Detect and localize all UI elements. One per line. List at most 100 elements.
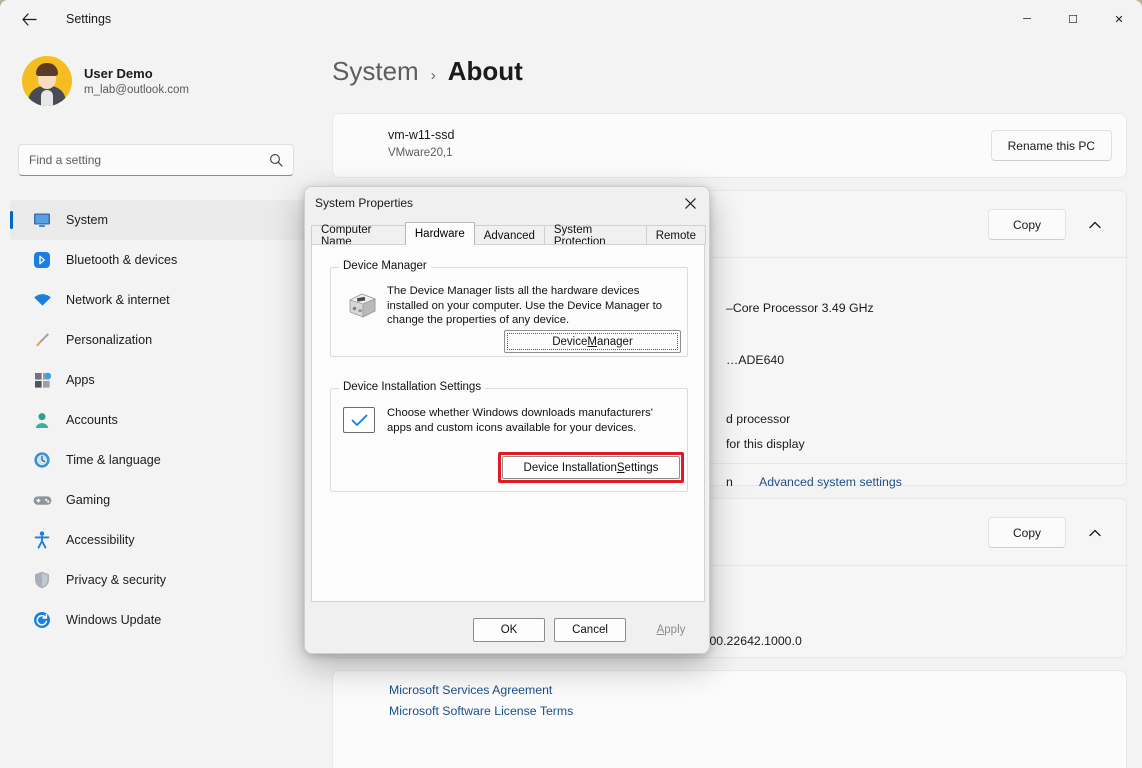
pen-touch-line1: d processor: [726, 412, 791, 426]
pc-name-card: vm-w11-ssd VMware20,1 Rename this PC: [332, 113, 1127, 178]
user-profile[interactable]: User Demo m_lab@outlook.com: [22, 56, 320, 106]
microsoft-services-agreement-link[interactable]: Microsoft Services Agreement: [389, 683, 552, 697]
device-installation-group-title: Device Installation Settings: [339, 381, 486, 393]
sidebar-item-label: Privacy & security: [66, 573, 167, 587]
sidebar-item-label: Time & language: [66, 453, 161, 467]
update-refresh-icon: [32, 610, 52, 630]
device-manager-description: The Device Manager lists all the hardwar…: [387, 285, 663, 326]
sidebar: User Demo m_lab@outlook.com System: [0, 38, 320, 768]
chevron-up-icon[interactable]: [1080, 517, 1110, 548]
sidebar-item-system[interactable]: System: [10, 200, 310, 240]
device-manager-groupbox: Device Manager The Device Manager lists …: [330, 260, 688, 357]
checkmark-icon: [351, 414, 367, 426]
accessibility-person-icon: [32, 530, 52, 550]
sidebar-item-label: Gaming: [66, 493, 111, 507]
apply-button-accel: A: [656, 624, 665, 636]
tab-remote[interactable]: Remote: [645, 225, 706, 245]
sidebar-item-personalization[interactable]: Personalization: [10, 320, 310, 360]
sidebar-item-label: Accessibility: [66, 533, 135, 547]
tab-computer-name[interactable]: Computer Name: [311, 224, 406, 248]
sidebar-item-time-language[interactable]: Time & language: [10, 440, 310, 480]
ok-button[interactable]: OK: [473, 618, 545, 642]
sidebar-item-label: Bluetooth & devices: [66, 253, 178, 267]
back-button[interactable]: [12, 4, 46, 34]
breadcrumb: System › About: [332, 56, 523, 87]
sidebar-item-label: Apps: [66, 373, 95, 387]
gamepad-icon: [32, 490, 52, 510]
sidebar-item-accounts[interactable]: Accounts: [10, 400, 310, 440]
minimize-button[interactable]: ─: [1004, 0, 1050, 38]
rename-pc-button[interactable]: Rename this PC: [990, 130, 1112, 161]
processor-value: –Core Processor 3.49 GHz: [726, 301, 874, 315]
pen-touch-line2: for this display: [726, 437, 805, 451]
paintbrush-icon: [32, 330, 52, 350]
sidebar-item-label: System: [66, 213, 108, 227]
chevron-up-icon[interactable]: [1080, 209, 1110, 240]
clock-globe-icon: [32, 450, 52, 470]
search-icon: [270, 154, 283, 167]
title-bar: Settings ─ ☐ ✕: [0, 0, 1142, 38]
device-manager-icon: [345, 288, 379, 318]
search-box[interactable]: [18, 144, 294, 176]
device-id-value: …ADE640: [726, 353, 785, 367]
device-installation-button-accel: S: [616, 461, 625, 474]
sidebar-item-network-internet[interactable]: Network & internet: [10, 280, 310, 320]
wifi-icon: [32, 290, 52, 310]
back-arrow-icon: [21, 12, 37, 26]
support-links-card: Microsoft Services Agreement Microsoft S…: [332, 670, 1127, 768]
bluetooth-icon: [32, 250, 52, 270]
sidebar-item-accessibility[interactable]: Accessibility: [10, 520, 310, 560]
device-installation-description: Choose whether Windows downloads manufac…: [387, 407, 653, 434]
device-manager-group-title: Device Manager: [339, 260, 431, 272]
person-icon: [32, 410, 52, 430]
tab-advanced[interactable]: Advanced: [473, 225, 545, 245]
sidebar-item-apps[interactable]: Apps: [10, 360, 310, 400]
settings-window: Settings ─ ☐ ✕ User Demo m_lab@outlook.c…: [0, 0, 1142, 768]
dialog-footer: OK Cancel Apply: [305, 607, 709, 653]
dialog-tabs: Computer Name Hardware Advanced System P…: [311, 222, 706, 248]
dialog-title: System Properties: [315, 196, 414, 210]
search-input[interactable]: [29, 153, 269, 167]
close-button[interactable]: ✕: [1096, 0, 1142, 38]
copy-device-specs-button[interactable]: Copy: [987, 209, 1066, 240]
copy-windows-specs-button[interactable]: Copy: [987, 517, 1066, 548]
tab-hardware[interactable]: Hardware: [404, 222, 475, 245]
device-installation-settings-button[interactable]: Device Installation Settings: [502, 456, 680, 479]
apps-grid-icon: [32, 370, 52, 390]
download-manufacturer-apps-checkbox[interactable]: [343, 407, 375, 433]
dialog-title-bar: System Properties: [305, 187, 709, 219]
apply-button-label-post: pply: [664, 624, 686, 636]
sidebar-item-bluetooth-devices[interactable]: Bluetooth & devices: [10, 240, 310, 280]
app-title: Settings: [66, 12, 112, 26]
sidebar-item-gaming[interactable]: Gaming: [10, 480, 310, 520]
focus-ring: [507, 333, 678, 350]
sidebar-nav: System Bluetooth & devices Network & int…: [10, 200, 310, 640]
breadcrumb-parent[interactable]: System: [332, 56, 419, 87]
advanced-row-prefix: n: [726, 475, 733, 489]
dialog-tab-page: Device Manager The Device Manager lists …: [311, 244, 705, 602]
avatar: [22, 56, 72, 106]
monitor-icon: [32, 210, 52, 230]
sidebar-item-windows-update[interactable]: Windows Update: [10, 600, 310, 640]
sidebar-item-label: Personalization: [66, 333, 153, 347]
window-controls: ─ ☐ ✕: [1004, 0, 1142, 38]
sidebar-item-label: Windows Update: [66, 613, 162, 627]
profile-name: User Demo: [84, 65, 153, 81]
breadcrumb-separator: ›: [430, 67, 436, 84]
device-manager-button[interactable]: Device Manager: [504, 330, 681, 353]
cancel-button[interactable]: Cancel: [554, 618, 626, 642]
maximize-button[interactable]: ☐: [1050, 0, 1096, 38]
sidebar-item-label: Accounts: [66, 413, 118, 427]
microsoft-software-license-terms-link[interactable]: Microsoft Software License Terms: [389, 704, 573, 718]
pc-model-value: VMware20,1: [388, 147, 453, 159]
profile-email: m_lab@outlook.com: [84, 83, 189, 96]
sidebar-item-privacy-security[interactable]: Privacy & security: [10, 560, 310, 600]
shield-icon: [32, 570, 52, 590]
page-title: About: [447, 56, 523, 86]
apply-button: Apply: [635, 618, 707, 642]
advanced-system-settings-link[interactable]: Advanced system settings: [759, 475, 902, 489]
close-icon[interactable]: [669, 187, 709, 219]
system-properties-dialog: System Properties Computer Name Hardware…: [304, 186, 710, 654]
tab-system-protection[interactable]: System Protection: [543, 224, 647, 248]
device-installation-button-label-pre: Device Installation: [523, 461, 617, 474]
